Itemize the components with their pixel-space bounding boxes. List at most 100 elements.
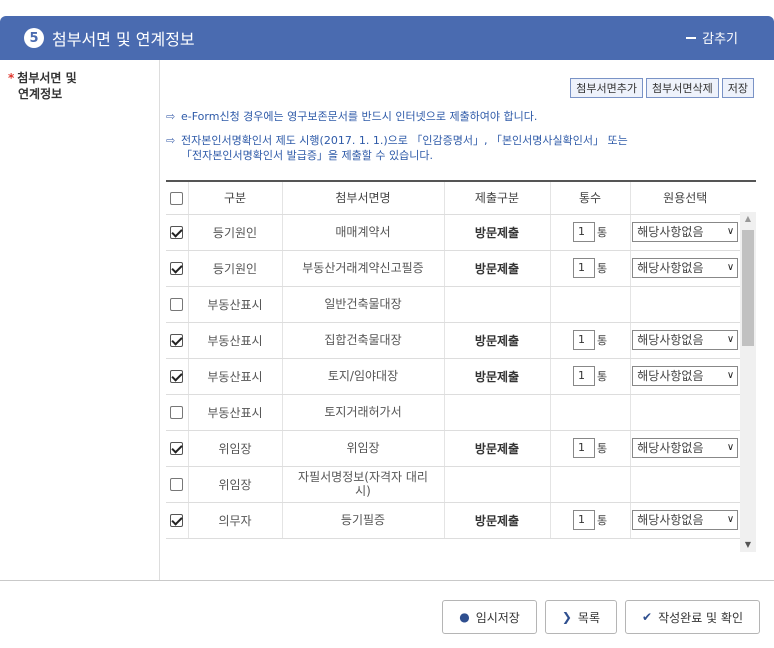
count-cell xyxy=(550,394,631,431)
step-number-badge: 5 xyxy=(24,28,44,48)
notice-eform: ⇨ e-Form신청 경우에는 영구보존문서를 반드시 인터넷으로 제출하여야 합… xyxy=(166,110,538,123)
row-checkbox[interactable] xyxy=(170,262,184,275)
count-cell xyxy=(550,466,631,503)
category-cell: 등기원인 xyxy=(188,250,283,287)
count-input[interactable]: 1 xyxy=(572,222,595,242)
complete-button[interactable]: ✔ 작성완료 및 확인 xyxy=(625,600,760,634)
attachment-table: 구분 첨부서면명 제출구분 통수 원용선택 등기원인 매매계약서 방문제출 1 통 해당사… xyxy=(166,180,756,552)
count-input[interactable]: 1 xyxy=(572,258,595,278)
col-submit-type: 제출구분 xyxy=(444,182,551,215)
chevron-down-icon: ∨ xyxy=(726,262,735,273)
count-cell: 1통 xyxy=(550,214,631,251)
table-row: 위임장 위임장 방문제출 1 통 해당사항없음 ∨ xyxy=(166,430,740,467)
add-attachment-button[interactable]: 첨부서면추가 xyxy=(570,78,644,98)
col-reuse-select: 원용선택 xyxy=(630,182,740,215)
collapse-button[interactable]: 감추기 xyxy=(686,28,738,47)
section-title: 첨부서면 및 연계정보 xyxy=(52,30,195,49)
row-checkbox[interactable] xyxy=(170,478,184,491)
minus-icon xyxy=(686,36,697,39)
row-checkbox[interactable] xyxy=(170,514,184,527)
reuse-select[interactable]: 해당사항없음 ∨ xyxy=(632,222,739,242)
delete-attachment-button[interactable]: 첨부서면삭제 xyxy=(646,78,719,98)
row-checkbox[interactable] xyxy=(170,442,184,455)
table-scrollbar[interactable]: ▲ ▼ xyxy=(740,212,756,552)
row-checkbox[interactable] xyxy=(170,298,184,311)
count-unit: 통 xyxy=(596,334,608,347)
count-cell: 1통 xyxy=(550,430,631,467)
row-checkbox-cell xyxy=(166,394,189,431)
reuse-select-cell: 해당사항없음 ∨ xyxy=(630,322,740,359)
scroll-thumb[interactable] xyxy=(742,230,754,346)
submit-type-cell: 방문제출 xyxy=(444,358,551,395)
reuse-select[interactable]: 해당사항없음 ∨ xyxy=(632,258,739,278)
chevron-down-icon: ∨ xyxy=(726,226,735,237)
reuse-select[interactable]: 해당사항없음 ∨ xyxy=(632,366,739,386)
count-cell: 1통 xyxy=(550,502,631,539)
category-cell: 등기원인 xyxy=(188,214,283,251)
scroll-up-icon[interactable]: ▲ xyxy=(740,212,756,226)
reuse-select[interactable]: 해당사항없음 ∨ xyxy=(632,438,739,458)
count-unit: 통 xyxy=(596,226,608,239)
count-input[interactable]: 1 xyxy=(572,438,595,458)
row-checkbox-cell xyxy=(166,502,189,539)
col-count: 통수 xyxy=(550,182,631,215)
chevron-right-icon: ❯ xyxy=(561,610,572,624)
reuse-select[interactable]: 해당사항없음 ∨ xyxy=(632,330,739,350)
arrow-icon: ⇨ xyxy=(166,134,176,147)
category-cell: 부동산표시 xyxy=(188,322,283,359)
reuse-select-cell xyxy=(630,286,740,323)
category-cell: 부동산표시 xyxy=(188,358,283,395)
field-label: * 첨부서면 및 연계정보 xyxy=(8,71,77,101)
count-cell: 1통 xyxy=(550,358,631,395)
field-label-column: * 첨부서면 및 연계정보 xyxy=(0,60,160,580)
count-unit: 통 xyxy=(596,442,608,455)
document-cell: 자필서명정보(자격자 대리 시) xyxy=(282,466,445,503)
document-cell: 토지거래허가서 xyxy=(282,394,445,431)
list-button[interactable]: ❯ 목록 xyxy=(544,600,618,634)
reuse-select-cell: 해당사항없음 ∨ xyxy=(630,430,740,467)
attachment-actions: 첨부서면추가 첨부서면삭제 저장 xyxy=(570,78,754,98)
submit-type-cell: 방문제출 xyxy=(444,322,551,359)
required-mark: * xyxy=(8,71,15,85)
scroll-down-icon[interactable]: ▼ xyxy=(740,538,756,552)
document-cell: 집합건축물대장 xyxy=(282,322,445,359)
count-input[interactable]: 1 xyxy=(572,366,595,386)
temp-save-button[interactable]: ● 임시저장 xyxy=(442,600,537,634)
notice-signature-cont: 「전자본인서명확인서 발급증」을 제출할 수 있습니다. xyxy=(181,149,434,162)
table-row: 위임장 자필서명정보(자격자 대리 시) xyxy=(166,466,740,503)
reuse-select[interactable]: 해당사항없음 ∨ xyxy=(632,510,739,530)
select-all-checkbox[interactable] xyxy=(170,191,184,205)
count-unit: 통 xyxy=(596,262,608,275)
category-cell: 의무자 xyxy=(188,502,283,539)
submit-type-cell xyxy=(444,394,551,431)
document-cell: 일반건축물대장 xyxy=(282,286,445,323)
document-cell: 토지/임야대장 xyxy=(282,358,445,395)
save-button[interactable]: 저장 xyxy=(721,78,754,98)
document-cell: 등기필증 xyxy=(282,502,445,539)
circle-icon: ● xyxy=(459,610,470,624)
reuse-select-cell: 해당사항없음 ∨ xyxy=(630,214,740,251)
row-checkbox-cell xyxy=(166,250,189,287)
row-checkbox-cell xyxy=(166,430,189,467)
row-checkbox[interactable] xyxy=(170,226,184,239)
col-category: 구분 xyxy=(188,182,283,215)
reuse-select-cell xyxy=(630,394,740,431)
footer-actions: ● 임시저장 ❯ 목록 ✔ 작성완료 및 확인 xyxy=(442,600,760,634)
col-document: 첨부서면명 xyxy=(282,182,445,215)
arrow-icon: ⇨ xyxy=(166,110,176,123)
row-checkbox[interactable] xyxy=(170,370,184,383)
check-icon: ✔ xyxy=(642,610,653,624)
submit-type-cell: 방문제출 xyxy=(444,214,551,251)
count-cell: 1통 xyxy=(550,250,631,287)
reuse-select-cell: 해당사항없음 ∨ xyxy=(630,502,740,539)
row-checkbox[interactable] xyxy=(170,334,184,347)
table-row: 부동산표시 일반건축물대장 xyxy=(166,286,740,323)
document-cell: 위임장 xyxy=(282,430,445,467)
section-header: 5 첨부서면 및 연계정보 감추기 xyxy=(0,16,774,60)
count-unit: 통 xyxy=(596,370,608,383)
table-header-row: 구분 첨부서면명 제출구분 통수 원용선택 xyxy=(166,182,740,215)
count-input[interactable]: 1 xyxy=(572,330,595,350)
count-input[interactable]: 1 xyxy=(572,510,595,530)
reuse-select-cell: 해당사항없음 ∨ xyxy=(630,250,740,287)
row-checkbox[interactable] xyxy=(170,406,184,419)
